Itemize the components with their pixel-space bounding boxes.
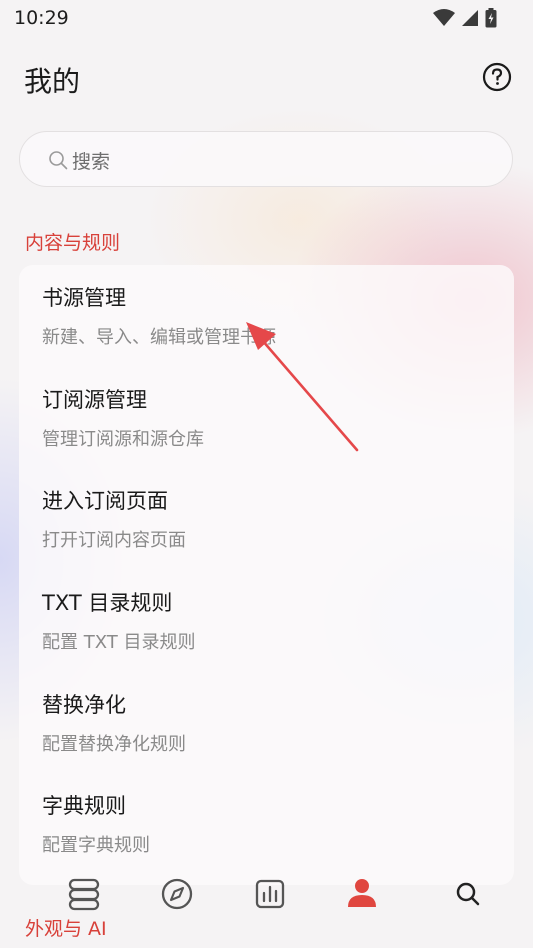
- help-icon[interactable]: [482, 62, 512, 92]
- search-input[interactable]: 搜索: [19, 131, 513, 187]
- page-title: 我的: [24, 65, 81, 98]
- list-item-replace-rules[interactable]: 替换净化 配置替换净化规则: [42, 692, 186, 756]
- status-bar: 10:29: [0, 0, 533, 36]
- list-item-title: 书源管理: [42, 286, 126, 310]
- battery-icon: [485, 8, 497, 28]
- section-title-appearance-ai: 外观与 AI: [25, 918, 107, 940]
- person-icon[interactable]: [342, 874, 382, 914]
- list-item-open-rss[interactable]: 进入订阅页面 打开订阅内容页面: [42, 488, 186, 552]
- list-item-title: 字典规则: [42, 794, 126, 818]
- list-item-rss-sources[interactable]: 订阅源管理 管理订阅源和源仓库: [42, 387, 204, 451]
- list-item-subtitle: 打开订阅内容页面: [42, 530, 186, 551]
- list-item-subtitle: 配置替换净化规则: [42, 734, 186, 755]
- list-item-title: TXT 目录规则: [42, 591, 173, 615]
- status-time: 10:29: [14, 7, 69, 29]
- list-item-subtitle: 配置字典规则: [42, 835, 150, 856]
- list-item-title: 订阅源管理: [42, 388, 147, 412]
- chart-icon[interactable]: [250, 874, 290, 914]
- list-item-subtitle: 管理订阅源和源仓库: [42, 429, 204, 450]
- list-item-title: 替换净化: [42, 693, 126, 717]
- wifi-icon: [433, 9, 455, 26]
- bookshelf-icon[interactable]: [64, 874, 104, 914]
- status-icons: [433, 8, 497, 28]
- compass-icon[interactable]: [157, 874, 197, 914]
- search-icon: [49, 151, 68, 170]
- section-title-content-rules: 内容与规则: [25, 232, 121, 254]
- list-item-txt-toc-rules[interactable]: TXT 目录规则 配置 TXT 目录规则: [42, 590, 195, 654]
- search-placeholder: 搜索: [72, 151, 111, 173]
- list-item-subtitle: 新建、导入、编辑或管理书源: [42, 327, 276, 348]
- signal-icon: [462, 10, 478, 26]
- list-item-subtitle: 配置 TXT 目录规则: [42, 632, 196, 653]
- list-item-title: 进入订阅页面: [42, 489, 168, 513]
- list-item-book-sources[interactable]: 书源管理 新建、导入、编辑或管理书源: [42, 285, 276, 349]
- settings-card: 书源管理 新建、导入、编辑或管理书源 订阅源管理 管理订阅源和源仓库 进入订阅页…: [19, 265, 514, 885]
- list-item-dict-rules[interactable]: 字典规则 配置字典规则: [42, 793, 150, 857]
- search-icon[interactable]: [448, 874, 488, 914]
